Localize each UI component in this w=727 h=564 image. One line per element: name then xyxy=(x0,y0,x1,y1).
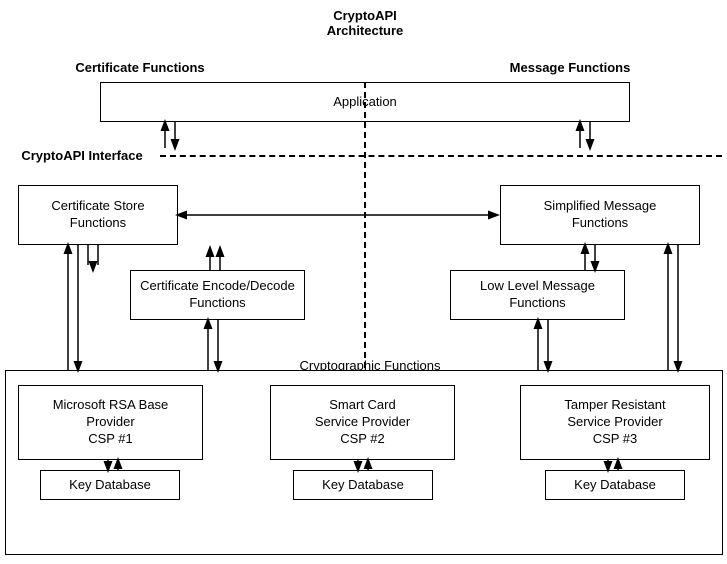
main-title: CryptoAPI Architecture xyxy=(270,8,460,38)
message-functions-label: Message Functions xyxy=(490,60,650,75)
cryptoapi-interface-line xyxy=(160,155,722,157)
smart-card-key-box: Key Database xyxy=(293,470,433,500)
low-level-message-box: Low Level Message Functions xyxy=(450,270,625,320)
ms-rsa-box: Microsoft RSA Base Provider CSP #1 xyxy=(18,385,203,460)
cert-store-box: Certificate Store Functions xyxy=(18,185,178,245)
diagram: CryptoAPI Architecture Certificate Funct… xyxy=(0,0,727,564)
cert-functions-label: Certificate Functions xyxy=(60,60,220,75)
smart-card-box: Smart Card Service Provider CSP #2 xyxy=(270,385,455,460)
cert-encode-box: Certificate Encode/Decode Functions xyxy=(130,270,305,320)
application-box: Application xyxy=(100,82,630,122)
simplified-message-box: Simplified Message Functions xyxy=(500,185,700,245)
tamper-key-box: Key Database xyxy=(545,470,685,500)
ms-rsa-key-box: Key Database xyxy=(40,470,180,500)
tamper-box: Tamper Resistant Service Provider CSP #3 xyxy=(520,385,710,460)
cryptoapi-interface-label: CryptoAPI Interface xyxy=(2,148,162,163)
